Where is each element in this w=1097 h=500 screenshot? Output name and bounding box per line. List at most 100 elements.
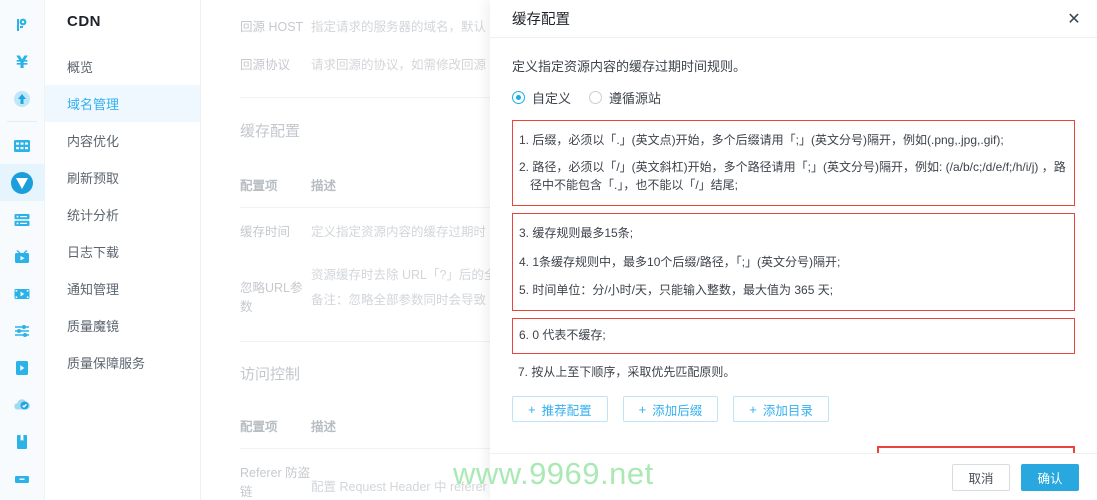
video-file-icon [12, 358, 32, 378]
row-desc: 资源缓存时去除 URL「?」后的全 [311, 268, 497, 283]
rail-item-billing[interactable]: ¥ [0, 43, 45, 80]
pendant-icon [12, 15, 32, 35]
row-key: 忽略URL参数 [240, 281, 303, 314]
row-key: 缓存时间 [240, 224, 291, 239]
radio-label: 遵循源站 [609, 91, 662, 106]
sidebar-item-label: 日志下载 [67, 245, 120, 260]
sidebar-title: CDN [67, 13, 101, 30]
row-desc: 配置 Request Header 中 referer [311, 479, 487, 494]
header-desc: 描述 [311, 178, 337, 193]
film-strip-icon [12, 284, 32, 304]
upload-arrow-icon [12, 89, 32, 109]
header-key: 配置项 [240, 178, 278, 193]
sidebar-item-label: 质量魔镜 [67, 319, 120, 334]
sidebar: CDN 概览 域名管理 内容优化 刷新预取 统计分析 日志下载 通知管理 质量魔… [45, 0, 201, 500]
sidebar-item-label: 域名管理 [67, 97, 120, 112]
rail-item-cdn[interactable] [0, 164, 45, 201]
rule-text: 2. 路径，必须以「/」(英文斜杠)开始，多个路径请用「;」(英文分号)隔开，例… [519, 160, 1066, 192]
rail-item-video-file[interactable] [0, 349, 45, 386]
header-desc: 描述 [311, 419, 337, 434]
sidebar-item-log-download[interactable]: 日志下载 [45, 233, 200, 270]
close-icon[interactable]: ✕ [1065, 10, 1083, 28]
rule-text: 4. 1条缓存规则中，最多10个后缀/路径，「;」(英文分号)隔开; [519, 254, 841, 269]
app-root: ¥ CDN 概览 域名管理 内容优化 刷新预取 统计分析 日志下载 通知管理 质… [0, 0, 1097, 500]
confirm-button[interactable]: 确认 [1021, 463, 1079, 491]
sidebar-item-label: 统计分析 [67, 208, 120, 223]
plus-icon: + [749, 401, 757, 417]
plus-icon: + [638, 401, 647, 417]
svg-text:¥: ¥ [16, 53, 28, 72]
sidebar-item-refresh-prefetch[interactable]: 刷新预取 [45, 159, 200, 196]
rail-item-archive[interactable] [0, 460, 45, 497]
row-key: 回源 HOST [240, 20, 304, 34]
rail-item-live[interactable] [0, 238, 45, 275]
global-config-row: 全局配置 默认 缓存时间 月 ▾ [512, 446, 1075, 453]
add-suffix-button[interactable]: + 添加后缀 [622, 396, 719, 423]
server-list-icon [12, 210, 32, 230]
cache-ttl-highlight-box: 缓存时间 月 ▾ [876, 446, 1075, 453]
modal-title: 缓存配置 [512, 12, 570, 28]
sidebar-item-quality-mirror[interactable]: 质量魔镜 [45, 307, 200, 344]
recommended-config-button[interactable]: + 推荐配置 [512, 396, 608, 423]
modal-body: 定义指定资源内容的缓存过期时间规则。 自定义 遵循源站 1. 后缀，必须以「.」… [490, 38, 1097, 453]
radio-custom[interactable]: 自定义 [512, 88, 571, 107]
rule-text: 5. 时间单位：分/小时/天，只能输入整数，最大值为 365 天; [519, 282, 834, 297]
rule-text-priority: 7. 按从上至下顺序，采取优先匹配原则。 [518, 364, 736, 379]
rail-item-pendant[interactable] [0, 6, 45, 43]
sidebar-item-content-optimization[interactable]: 内容优化 [45, 122, 200, 159]
modal-header: 缓存配置 ✕ [490, 0, 1097, 38]
rail-item-docs[interactable] [0, 423, 45, 460]
rail-item-vod[interactable] [0, 275, 45, 312]
rule-text: 3. 缓存规则最多15条; [519, 226, 634, 241]
radio-dot-icon [512, 91, 525, 104]
rail-item-cloud-storage[interactable] [0, 386, 45, 423]
add-directory-button[interactable]: + 添加目录 [733, 396, 829, 423]
cache-config-modal: 缓存配置 ✕ 定义指定资源内容的缓存过期时间规则。 自定义 遵循源站 1. 后缀… [490, 0, 1097, 500]
rail-item-servers[interactable] [0, 201, 45, 238]
rail-item-settings[interactable] [0, 312, 45, 349]
radio-follow-origin[interactable]: 遵循源站 [589, 88, 661, 107]
mode-radio-group: 自定义 遵循源站 [512, 88, 1075, 107]
sidebar-item-label: 通知管理 [67, 282, 120, 297]
button-label: 推荐配置 [541, 403, 592, 418]
cdn-shield-icon [9, 170, 35, 196]
rule-text: 6. 0 代表不缓存; [519, 328, 606, 343]
grid-dashboard-icon [12, 136, 32, 156]
row-key: 回源协议 [240, 57, 291, 72]
archive-icon [12, 469, 32, 489]
button-label: 添加目录 [762, 403, 813, 418]
radio-label: 自定义 [532, 91, 572, 106]
sidebar-item-label: 质量保障服务 [67, 356, 146, 371]
row-key: Referer 防盗链 [240, 465, 311, 499]
rail-item-upload[interactable] [0, 80, 45, 117]
sidebar-item-label: 刷新预取 [67, 171, 120, 186]
icon-rail: ¥ [0, 0, 45, 500]
header-key: 配置项 [240, 419, 278, 434]
sidebar-item-notifications[interactable]: 通知管理 [45, 270, 200, 307]
sidebar-item-domain-management[interactable]: 域名管理 [45, 85, 200, 122]
modal-footer: 取消 确认 [490, 453, 1097, 500]
radio-dot-icon [589, 91, 603, 104]
rule-highlight-box-2: 3. 缓存规则最多15条; 4. 1条缓存规则中，最多10个后缀/路径，「;」(… [512, 213, 1075, 312]
rail-item-dashboard[interactable] [0, 127, 45, 164]
book-icon [12, 432, 32, 452]
sidebar-item-label: 概览 [67, 60, 94, 75]
rule-highlight-box-3: 6. 0 代表不缓存; [512, 318, 1075, 354]
button-label: 添加后缀 [652, 403, 703, 418]
add-rule-button-row: + 推荐配置 + 添加后缀 + 添加目录 [512, 396, 1075, 423]
row-desc: 定义指定资源内容的缓存过期时 [311, 224, 487, 239]
cancel-button[interactable]: 取消 [952, 463, 1010, 491]
rail-divider [7, 121, 37, 122]
sidebar-item-quality-assurance[interactable]: 质量保障服务 [45, 344, 200, 381]
row-desc: 请求回源的协议，如需修改回源 [311, 57, 487, 72]
sidebar-item-overview[interactable]: 概览 [45, 48, 200, 85]
modal-lead-text: 定义指定资源内容的缓存过期时间规则。 [512, 59, 747, 74]
rule-text: 1. 后缀，必须以「.」(英文点)开始，多个后缀请用「;」(英文分号)隔开，例如… [519, 133, 1004, 147]
cloud-check-icon [12, 395, 32, 415]
plus-icon: + [528, 401, 536, 417]
sliders-icon [12, 321, 32, 341]
sidebar-item-label: 内容优化 [67, 134, 120, 149]
sidebar-item-statistics[interactable]: 统计分析 [45, 196, 200, 233]
row-desc: 指定请求的服务器的域名，默认 [311, 20, 487, 34]
rule-highlight-box-1: 1. 后缀，必须以「.」(英文点)开始，多个后缀请用「;」(英文分号)隔开，例如… [512, 120, 1075, 207]
